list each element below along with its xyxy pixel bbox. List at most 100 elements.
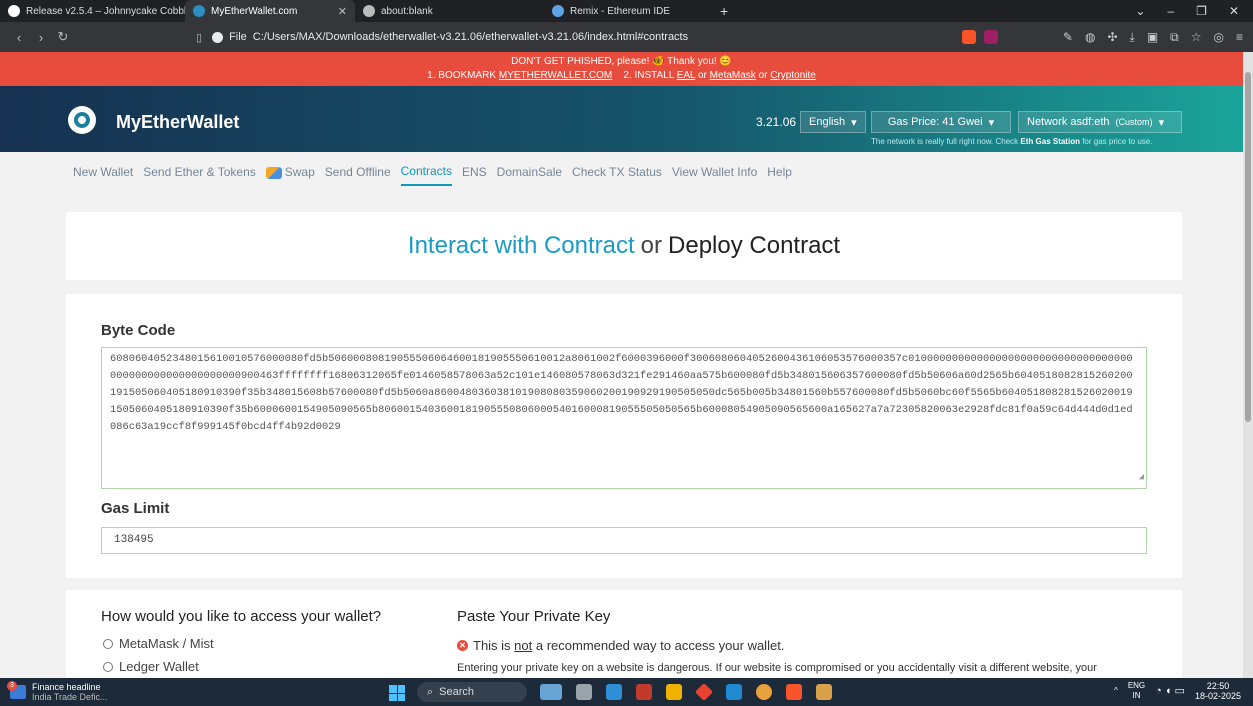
tab-label: Release v2.5.4 – Johnnycake Cobble: [26, 5, 185, 17]
network-value: Network asdf:eth: [1027, 116, 1110, 128]
restore-icon[interactable]: ❐: [1196, 4, 1207, 18]
page-scrollbar[interactable]: [1243, 52, 1253, 678]
region-code: IN: [1132, 691, 1141, 700]
main-nav: New Wallet Send Ether & Tokens Swap Send…: [73, 160, 792, 186]
radio-label: Ledger Wallet: [119, 659, 199, 674]
news-widget[interactable]: 3 Finance headline India Trade Defic...: [0, 681, 108, 702]
nav-domainsale[interactable]: DomainSale: [497, 161, 562, 185]
nav-help[interactable]: Help: [767, 161, 792, 185]
reload-icon[interactable]: ↻: [54, 29, 72, 45]
private-key-title: Paste Your Private Key: [457, 608, 611, 625]
gas-limit-input[interactable]: 138495: [101, 527, 1147, 554]
window-controls: ⌄ – ❐ ✕: [1135, 4, 1253, 18]
address-bar: ‹ › ↻ ▯ File C:/Users/MAX/Downloads/ethe…: [0, 22, 1253, 52]
news-subtitle: India Trade Defic...: [32, 692, 108, 702]
copilot-icon[interactable]: [606, 684, 622, 700]
warn-not: not: [514, 638, 533, 653]
caret-down-icon: ▾: [988, 116, 995, 129]
gas-note-text: for gas price to use.: [1079, 137, 1153, 146]
nav-new-wallet[interactable]: New Wallet: [73, 161, 133, 185]
chrome-icon[interactable]: [756, 684, 772, 700]
eal-link[interactable]: EAL: [677, 70, 696, 81]
file-explorer-icon[interactable]: [666, 684, 682, 700]
private-key-description: Entering your private key on a website i…: [457, 662, 1097, 674]
search-icon: ⌕: [427, 685, 434, 698]
version-label: 3.21.06: [756, 115, 797, 129]
phishing-warning-banner: DON'T GET PHISHED, please! 🐠 Thank you! …: [0, 52, 1243, 86]
git-icon[interactable]: [694, 682, 714, 702]
task-view-icon[interactable]: [576, 684, 592, 700]
network-dropdown[interactable]: Network asdf:eth (Custom) ▾: [1018, 111, 1182, 133]
interact-contract-link[interactable]: Interact with Contract: [408, 232, 635, 260]
swap-icon: [265, 166, 282, 179]
mew-logo-icon[interactable]: [68, 106, 96, 134]
package-icon[interactable]: [816, 684, 832, 700]
brand-name[interactable]: MyEtherWallet: [116, 112, 239, 133]
tab-myetherwallet[interactable]: MyEtherWallet.com ✕: [185, 0, 355, 22]
back-icon[interactable]: ‹: [10, 30, 28, 45]
nav-view-wallet[interactable]: View Wallet Info: [672, 161, 757, 185]
favorites-icon[interactable]: ☆: [1191, 30, 1202, 45]
download-icon[interactable]: ⤓: [1130, 30, 1135, 45]
gas-price-dropdown[interactable]: Gas Price: 41 Gwei ▾: [871, 111, 1011, 133]
bookmark-link[interactable]: MYETHERWALLET.COM: [499, 70, 612, 81]
nav-swap[interactable]: Swap: [265, 161, 315, 185]
radio-ledger[interactable]: Ledger Wallet: [103, 659, 199, 674]
chevron-up-icon[interactable]: ^: [1114, 686, 1118, 696]
illustrator-icon[interactable]: [636, 684, 652, 700]
warn-text: This is: [473, 638, 515, 653]
radio-label: MetaMask / Mist: [119, 636, 214, 651]
wifi-volume-battery-icon[interactable]: ◔ ◖ ▭: [1155, 686, 1185, 697]
menu-icon[interactable]: ≡: [1236, 30, 1243, 45]
nav-contracts[interactable]: Contracts: [400, 160, 452, 186]
pen-icon[interactable]: ✎: [1063, 30, 1073, 45]
sidebar-icon[interactable]: ▣: [1147, 30, 1158, 45]
bookmark-icon[interactable]: ▯: [196, 31, 202, 44]
eth-gas-station-link[interactable]: Eth Gas Station: [1020, 137, 1080, 146]
bytecode-textarea[interactable]: 6080604052348015610010576000080fd5b50600…: [101, 347, 1147, 489]
deploy-contract-heading[interactable]: Deploy Contract: [668, 232, 840, 260]
network-suffix: (Custom): [1115, 117, 1153, 127]
audio-icon[interactable]: ◍: [1085, 30, 1095, 45]
tab-search-icon[interactable]: ⌄: [1135, 4, 1145, 18]
omnibox[interactable]: ▯ File C:/Users/MAX/Downloads/etherwalle…: [196, 26, 956, 48]
brave-shield-icon[interactable]: [962, 30, 976, 44]
scrollbar-thumb[interactable]: [1245, 72, 1251, 422]
remix-icon: [552, 5, 564, 17]
extensions-icon[interactable]: ✣: [1107, 30, 1117, 45]
windows-start-icon[interactable]: [389, 685, 405, 701]
resize-handle-icon[interactable]: ◢: [1139, 469, 1144, 486]
system-tray: ^ ENG IN ◔ ◖ ▭ 22:50 18-02-2025: [1114, 681, 1241, 701]
tab-release[interactable]: Release v2.5.4 – Johnnycake Cobble: [0, 0, 185, 22]
nav-check-tx[interactable]: Check TX Status: [572, 161, 662, 185]
lang-code: ENG: [1127, 681, 1146, 690]
forward-icon[interactable]: ›: [32, 30, 50, 45]
nav-send-offline[interactable]: Send Offline: [325, 161, 391, 185]
screenshot-icon[interactable]: ⧉: [1170, 30, 1179, 45]
taskbar-search[interactable]: ⌕ Search: [417, 682, 527, 702]
new-tab-button[interactable]: +: [710, 3, 738, 19]
nav-ens[interactable]: ENS: [462, 161, 487, 185]
brave-icon[interactable]: [786, 684, 802, 700]
cryptonite-link[interactable]: Cryptonite: [770, 70, 816, 81]
tab-about-blank[interactable]: about:blank: [355, 0, 530, 22]
news-icon: 3: [7, 681, 26, 699]
brave-rewards-icon[interactable]: [984, 30, 998, 44]
clock[interactable]: 22:50 18-02-2025: [1195, 681, 1241, 701]
language-dropdown[interactable]: English ▾: [800, 111, 866, 133]
vpn-icon[interactable]: ◎: [1214, 30, 1224, 45]
url-text[interactable]: C:/Users/MAX/Downloads/etherwallet-v3.21…: [253, 31, 688, 43]
minimize-icon[interactable]: –: [1167, 4, 1174, 18]
widgets-app-icon[interactable]: [540, 684, 562, 700]
metamask-link[interactable]: MetaMask: [710, 70, 756, 81]
language-indicator[interactable]: ENG IN: [1128, 681, 1145, 701]
tab-remix[interactable]: Remix - Ethereum IDE: [530, 0, 710, 22]
close-tab-icon[interactable]: ✕: [338, 5, 347, 18]
browser-tab-strip: Release v2.5.4 – Johnnycake Cobble MyEth…: [0, 0, 1253, 22]
nav-send[interactable]: Send Ether & Tokens: [143, 161, 256, 185]
info-icon[interactable]: [212, 31, 224, 43]
vscode-icon[interactable]: [726, 684, 742, 700]
browser-toolbar: ✎ ◍ ✣ ⤓ ▣ ⧉ ☆ ◎ ≡: [1063, 30, 1243, 45]
close-window-icon[interactable]: ✕: [1229, 4, 1239, 18]
radio-metamask[interactable]: MetaMask / Mist: [103, 636, 214, 651]
